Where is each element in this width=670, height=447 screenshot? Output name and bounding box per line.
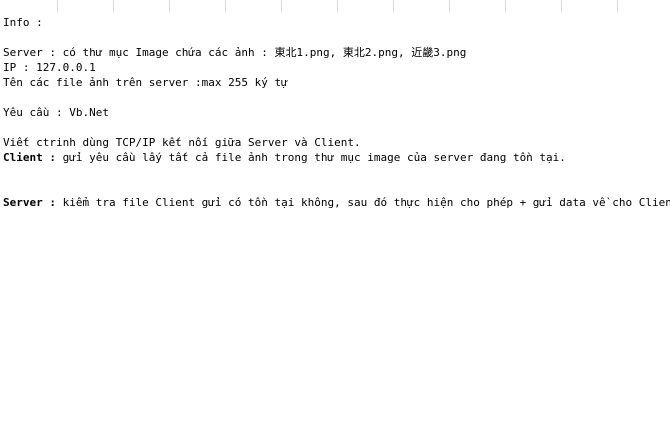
tcp-description-line: Viết ctrinh dùng TCP/IP kết nối giữa Ser… xyxy=(3,136,361,149)
client-label: Client : xyxy=(3,151,56,164)
gridline xyxy=(281,0,282,12)
server-text: kiểm tra file Client gửi có tồn tại khôn… xyxy=(55,196,670,209)
gridline xyxy=(393,0,394,12)
ip-line: IP : 127.0.0.1 xyxy=(3,61,96,74)
server-task-line: Server : kiểm tra file Client gửi có tồn… xyxy=(3,196,670,209)
gridline xyxy=(225,0,226,12)
gridline xyxy=(337,0,338,12)
client-text: gửi yêu cầu lấy tất cả file ảnh trong th… xyxy=(55,151,566,164)
gridline xyxy=(57,0,58,12)
gridline xyxy=(561,0,562,12)
client-line: Client : gửi yêu cầu lấy tất cả file ảnh… xyxy=(3,151,566,164)
gridline xyxy=(449,0,450,12)
gridline xyxy=(617,0,618,12)
info-label: Info : xyxy=(3,16,43,29)
sheet-gridlines xyxy=(0,0,670,12)
gridline xyxy=(169,0,170,12)
gridline xyxy=(505,0,506,12)
gridline xyxy=(113,0,114,12)
filename-limit-line: Tên các file ảnh trên server :max 255 ký… xyxy=(3,76,288,89)
requirement-line: Yêu cầu : Vb.Net xyxy=(3,106,109,119)
server-images-line: Server : có thư mục Image chứa các ảnh :… xyxy=(3,46,467,59)
server-label: Server : xyxy=(3,196,56,209)
